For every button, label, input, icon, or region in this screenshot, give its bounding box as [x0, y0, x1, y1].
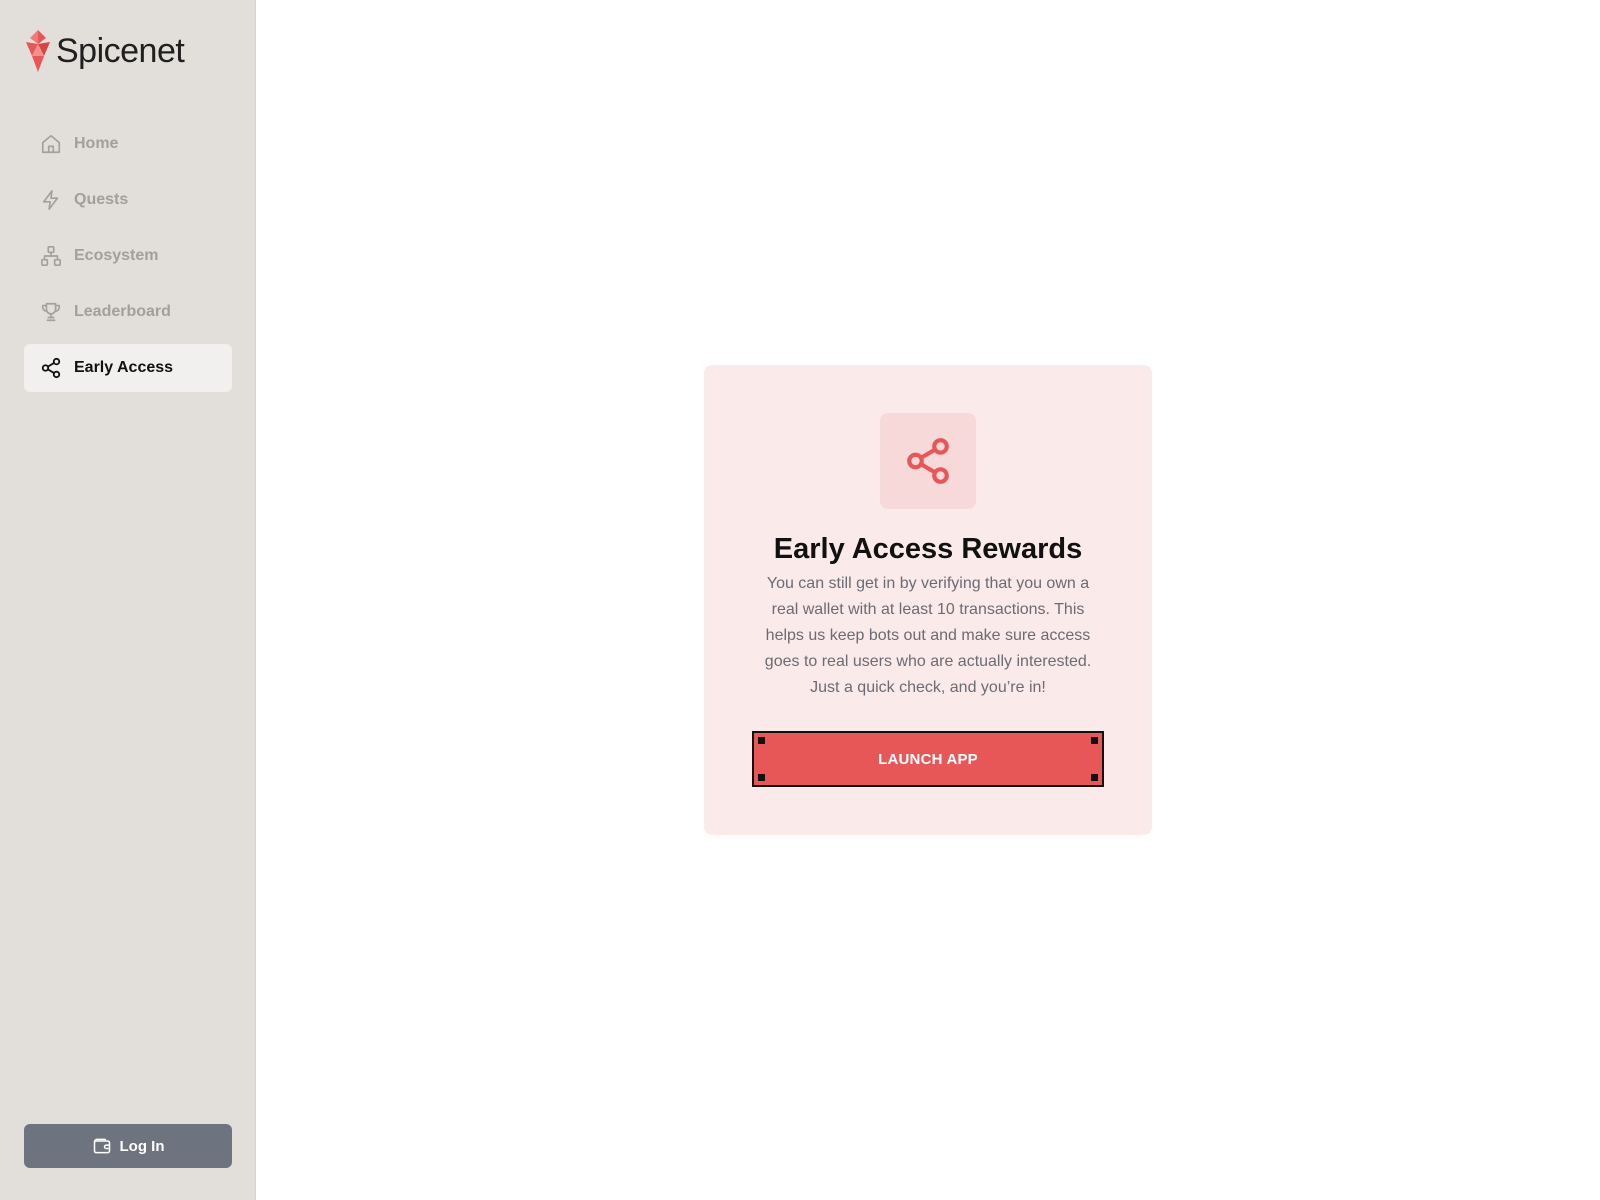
- network-icon: [41, 246, 61, 266]
- sidebar-item-quests[interactable]: Quests: [24, 176, 232, 224]
- lightning-icon: [42, 190, 59, 210]
- login-label: Log In: [119, 1137, 165, 1155]
- sidebar-item-home[interactable]: Home: [24, 120, 232, 168]
- trophy-icon: [41, 302, 61, 322]
- sidebar-item-early-access[interactable]: Early Access: [24, 344, 232, 392]
- share-icon: [907, 438, 949, 484]
- sidebar-nav: Home Quests Ecosystem Leaderboard Early …: [24, 120, 232, 400]
- launch-app-button[interactable]: LAUNCH APP: [752, 731, 1104, 787]
- home-icon: [41, 134, 61, 154]
- launch-app-label: LAUNCH APP: [878, 750, 978, 768]
- card-description: You can still get in by verifying that y…: [764, 575, 1092, 696]
- sidebar: Spicenet Home Quests Ecosystem Leaderboa…: [0, 0, 256, 1200]
- spicenet-logo-icon: [26, 30, 50, 72]
- selection-handle: [1091, 774, 1098, 781]
- brand-name: Spicenet: [56, 31, 185, 70]
- sidebar-item-label: Ecosystem: [74, 247, 159, 264]
- share-icon: [41, 357, 61, 379]
- sidebar-item-label: Home: [74, 135, 119, 152]
- selection-handle: [1091, 737, 1098, 744]
- login-button[interactable]: Log In: [24, 1124, 232, 1168]
- sidebar-item-label: Early Access: [74, 359, 174, 376]
- sidebar-item-ecosystem[interactable]: Ecosystem: [24, 232, 232, 280]
- card-title: Early Access Rewards: [773, 533, 1083, 565]
- sidebar-item-label: Quests: [74, 191, 129, 208]
- early-access-card: Early Access Rewards You can still get i…: [704, 365, 1152, 835]
- card-icon-box: [880, 413, 976, 509]
- selection-handle: [758, 737, 765, 744]
- sidebar-item-label: Leaderboard: [74, 303, 171, 320]
- app-root: Spicenet Home Quests Ecosystem Leaderboa…: [0, 0, 1600, 1200]
- selection-handle: [758, 774, 765, 781]
- brand[interactable]: Spicenet: [24, 30, 185, 72]
- wallet-icon: [93, 1138, 110, 1154]
- sidebar-item-leaderboard[interactable]: Leaderboard: [24, 288, 232, 336]
